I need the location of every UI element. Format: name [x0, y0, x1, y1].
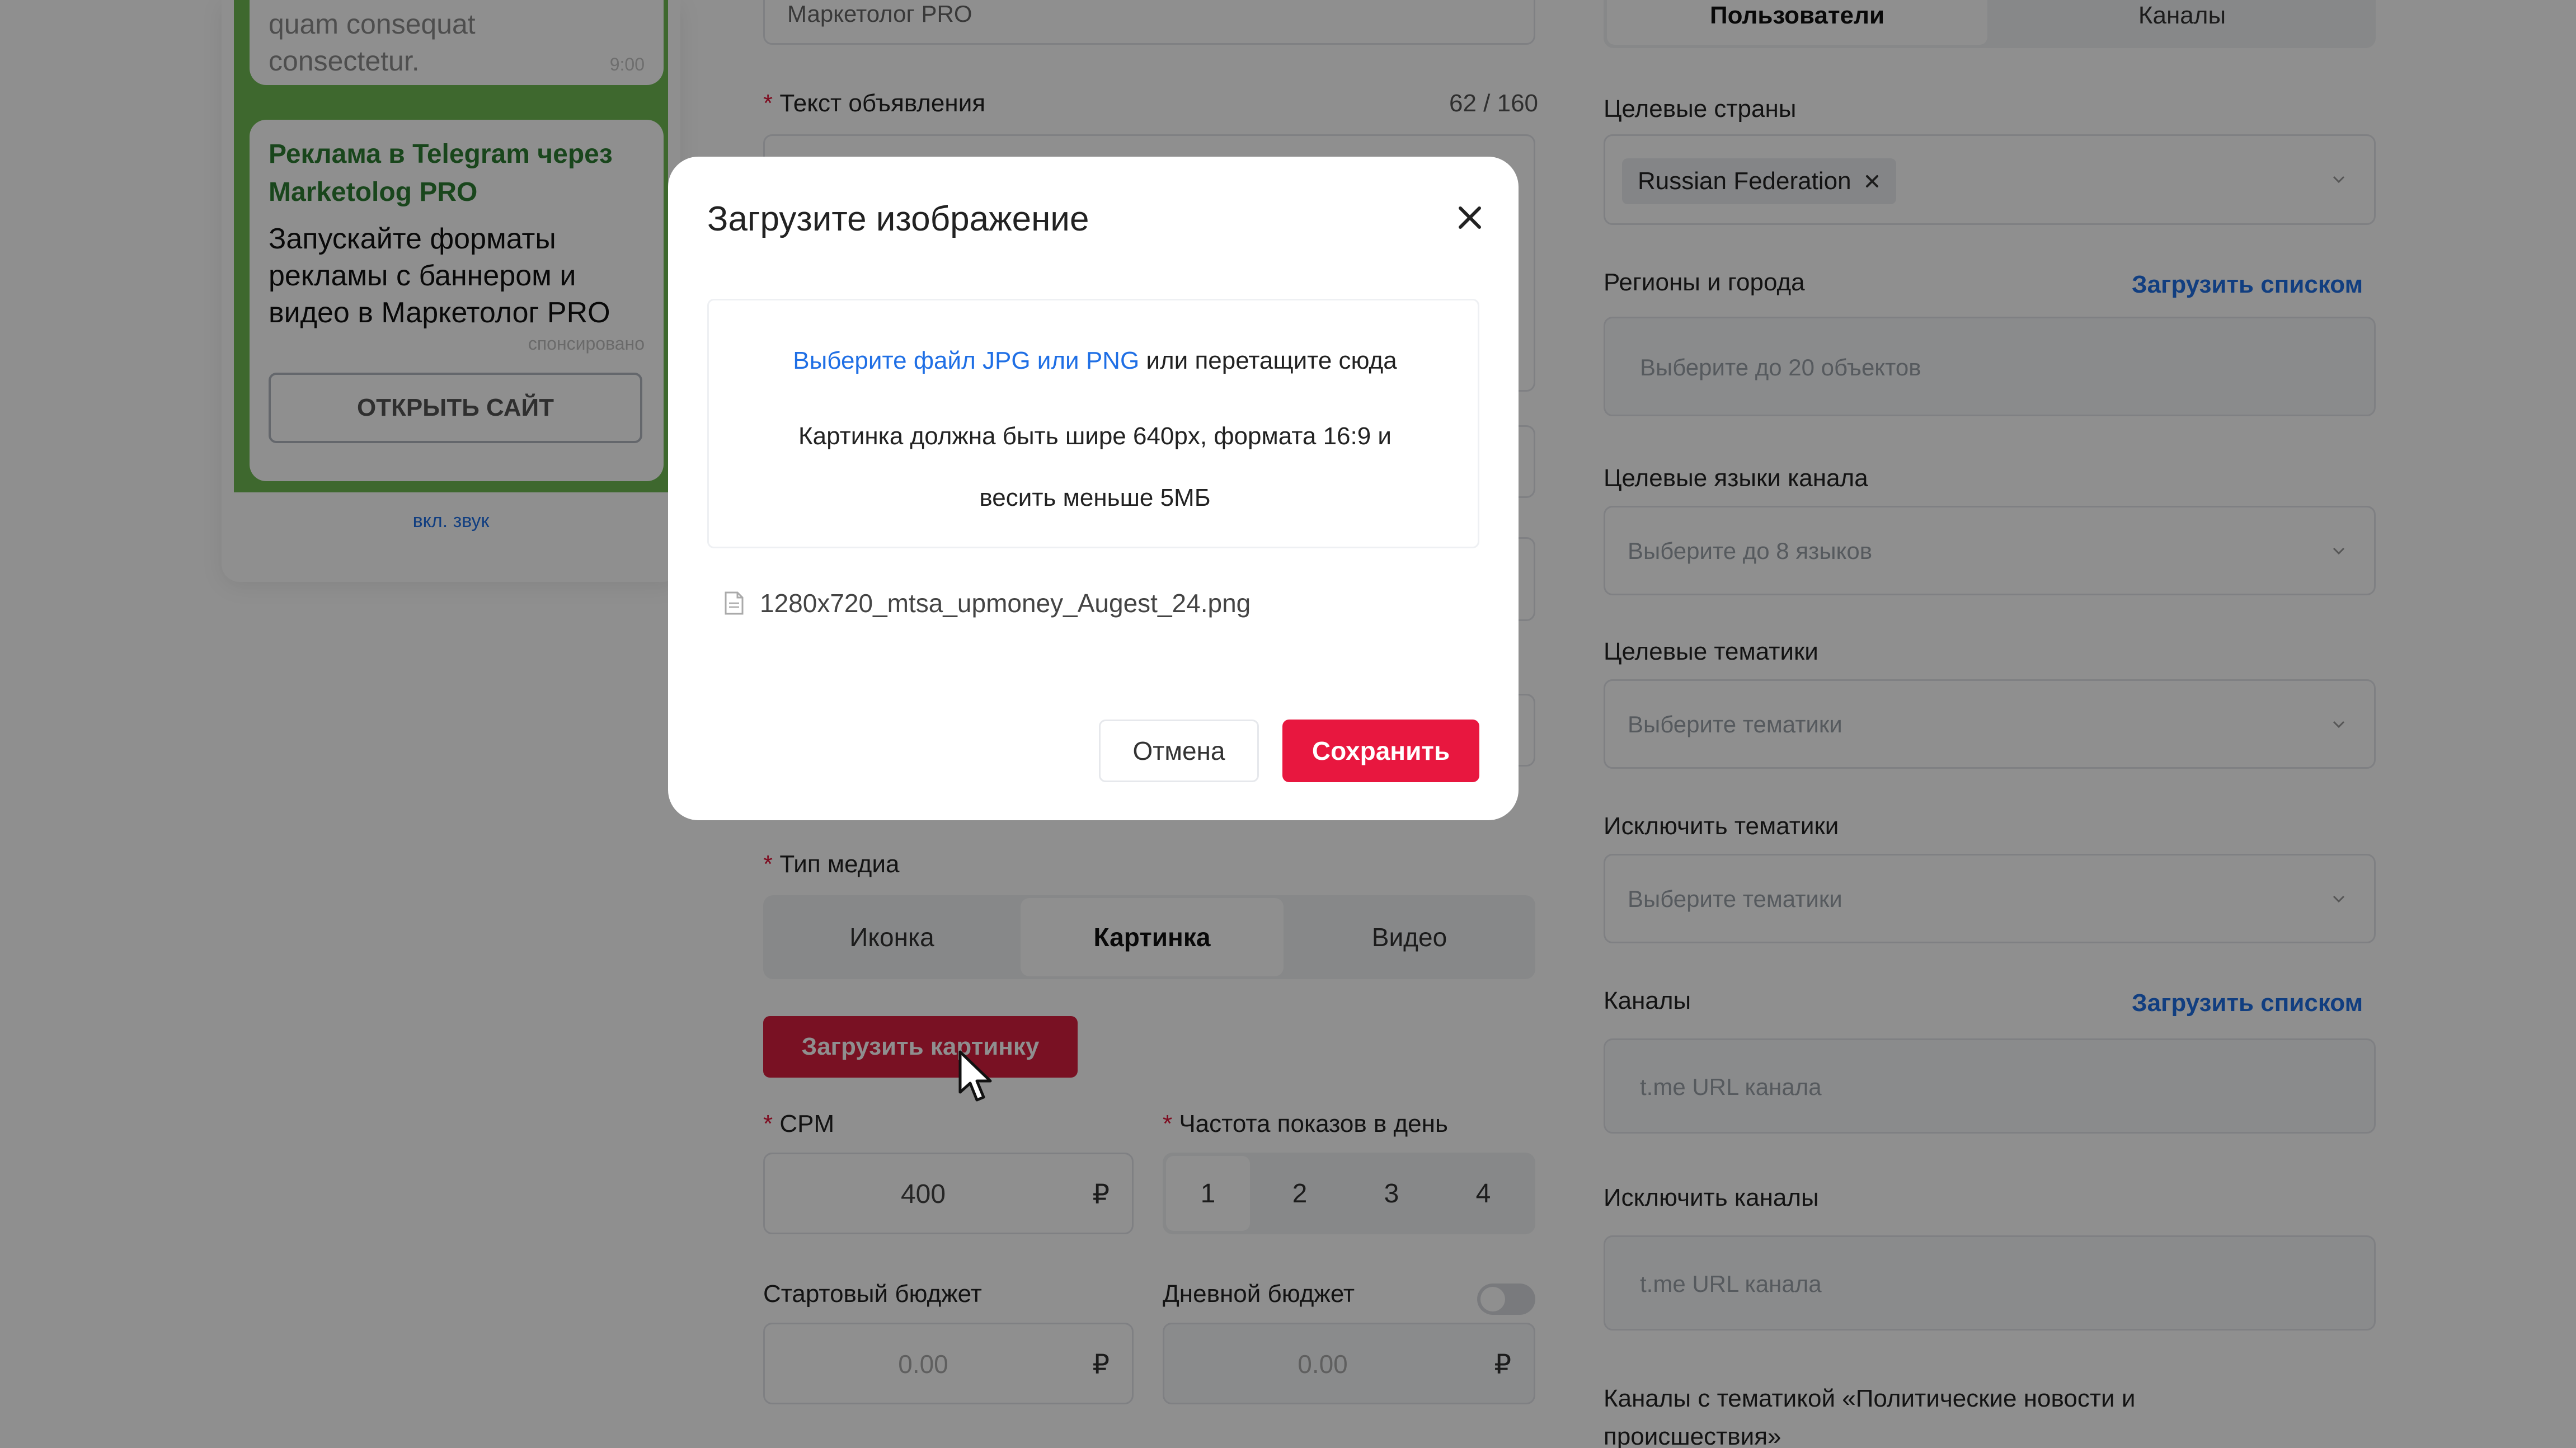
close-icon: [1459, 206, 1481, 229]
dropzone-hint: Выберите файл JPG или PNG или перетащите…: [793, 347, 1397, 374]
choose-file-link[interactable]: Выберите файл JPG или PNG: [793, 347, 1139, 374]
close-button[interactable]: [1438, 186, 1502, 250]
selected-file-name: 1280x720_mtsa_upmoney_Augest_24.png: [760, 589, 1251, 618]
modal-title: Загрузите изображение: [707, 200, 1089, 238]
save-button[interactable]: Сохранить: [1282, 720, 1479, 782]
file-icon: [725, 591, 744, 615]
selected-file-row: 1280x720_mtsa_upmoney_Augest_24.png: [724, 585, 1251, 621]
dropzone[interactable]: Выберите файл JPG или PNG или перетащите…: [707, 299, 1479, 548]
upload-requirements: Картинка должна быть шире 640px, формата…: [798, 422, 1392, 511]
cancel-label: Отмена: [1132, 736, 1225, 765]
mouse-pointer-icon: [958, 1050, 992, 1102]
upload-image-modal: Загрузите изображение Выберите файл JPG …: [668, 157, 1519, 820]
cancel-button[interactable]: Отмена: [1099, 720, 1259, 782]
save-label: Сохранить: [1311, 736, 1450, 765]
